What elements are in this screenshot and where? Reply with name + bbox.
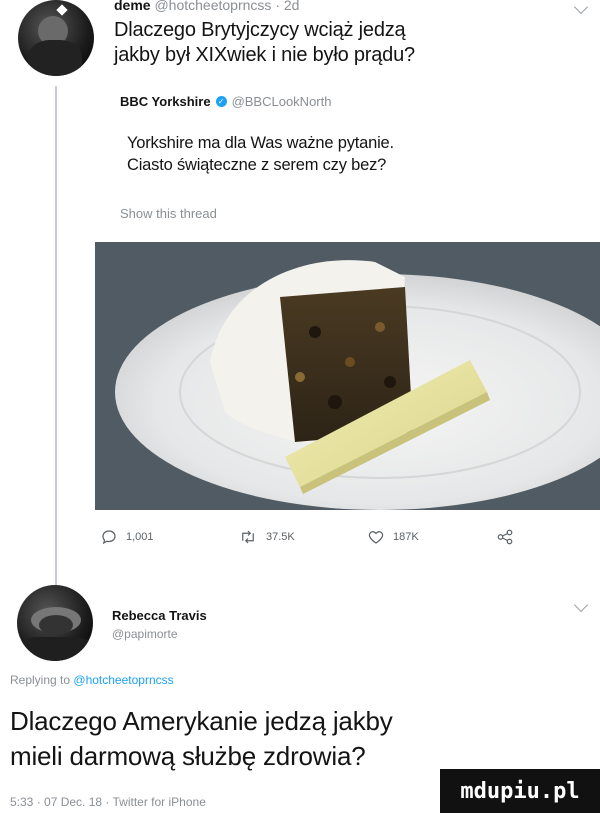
reply-icon [102, 530, 116, 545]
handle[interactable]: @papimorte [112, 625, 207, 644]
quoted-display-name[interactable]: BBC Yorkshire [120, 94, 211, 109]
quoted-handle[interactable]: @BBCLookNorth [232, 94, 332, 109]
replying-to: Replying to @hotcheetoprncss [10, 673, 174, 687]
like-count: 187K [393, 531, 419, 543]
tweet-text-line: Dlaczego Brytyjczycy wciąż jedzą [114, 19, 406, 41]
avatar[interactable] [17, 585, 93, 661]
show-thread-link[interactable]: Show this thread [120, 206, 217, 221]
tweet-text: Dlaczego Amerykanie jedzą jakby mieli da… [10, 704, 393, 774]
retweet-count: 37.5K [266, 531, 295, 543]
site-watermark: mdupiu.pl [440, 769, 600, 813]
heart-icon [368, 531, 384, 544]
reply-button[interactable]: 1,001 [100, 528, 154, 546]
chevron-down-icon[interactable] [573, 0, 589, 15]
share-icon [497, 529, 513, 545]
tweet-header: Rebecca Travis @papimorte [112, 606, 207, 644]
thread-connector-line [55, 86, 57, 586]
replying-to-label: Replying to [10, 673, 71, 687]
display-name[interactable]: Rebecca Travis [112, 606, 207, 625]
quoted-text-line: Yorkshire ma dla Was ważne pytanie. [127, 134, 394, 152]
tweet-text: Dlaczego Brytyjczycy wciąż jedzą jakby b… [114, 18, 415, 68]
display-name[interactable]: deme [114, 0, 151, 13]
tweet-text-line: jakby był XIXwiek i nie było prądu? [114, 44, 415, 66]
retweet-icon [242, 530, 254, 544]
quoted-text-line: Ciasto świąteczne z serem czy bez? [127, 156, 387, 174]
quoted-tweet[interactable]: BBC Yorkshire ✓ @BBCLookNorth Yorkshire … [95, 86, 600, 510]
verified-badge-icon: ✓ [215, 96, 227, 107]
handle[interactable]: @hotcheetoprncss [154, 0, 271, 13]
quoted-photo[interactable] [95, 242, 600, 510]
share-button[interactable] [495, 528, 515, 546]
quoted-header: BBC Yorkshire ✓ @BBCLookNorth [120, 94, 331, 109]
like-button[interactable]: 187K [367, 528, 419, 546]
tweet-header: deme @hotcheetoprncss · 2d [114, 0, 299, 13]
timestamp[interactable]: 2d [284, 0, 300, 13]
cake-photo-illustration [95, 242, 600, 510]
retweet-button[interactable]: 37.5K [238, 528, 295, 546]
tweet-footer-meta: 5:33 · 07 Dec. 18 · Twitter for iPhone [10, 795, 206, 809]
tweet-actions: 1,001 37.5K 187K [95, 528, 600, 550]
quoted-text: Yorkshire ma dla Was ważne pytanie. Cias… [127, 132, 394, 176]
replying-to-handle[interactable]: @hotcheetoprncss [73, 673, 173, 687]
avatar[interactable] [18, 0, 94, 76]
chevron-down-icon[interactable] [573, 597, 589, 613]
tweet-text-line: mieli darmową służbę zdrowia? [10, 741, 366, 771]
tweet-text-line: Dlaczego Amerykanie jedzą jakby [10, 706, 393, 736]
reply-count: 1,001 [126, 531, 154, 543]
separator: · [275, 0, 280, 13]
